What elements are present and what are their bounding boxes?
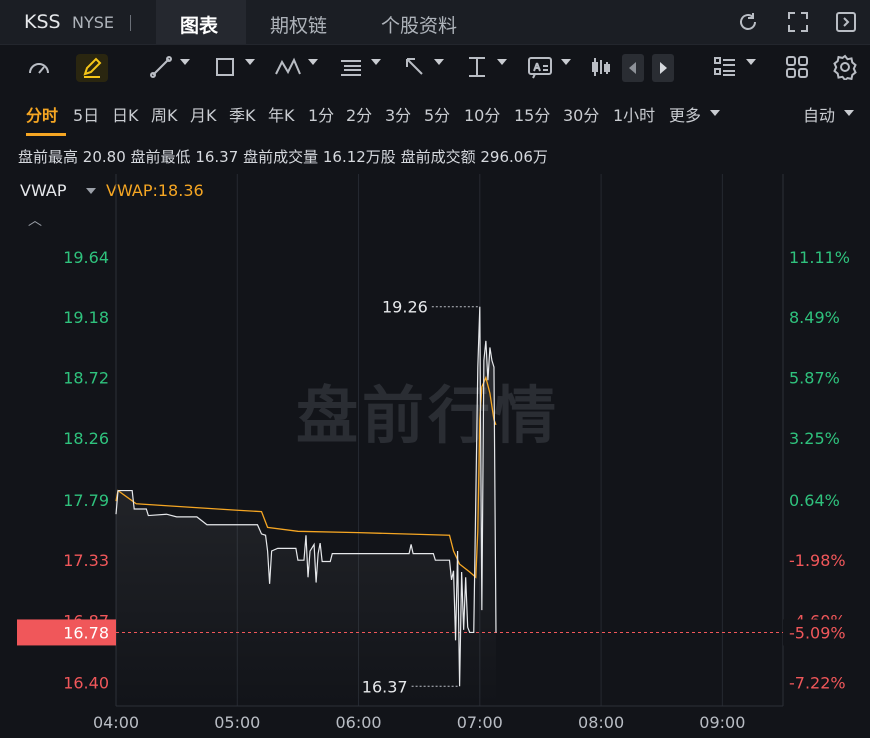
x-tick-label: 07:00 — [457, 713, 503, 732]
y-tick-label: 18.72 — [63, 369, 109, 388]
x-tick-label: 04:00 — [93, 713, 139, 732]
y-tick-label: 19.64 — [63, 248, 109, 267]
y-tick-label-percent: 5.87% — [789, 369, 840, 388]
current-pct-label: -5.09% — [789, 623, 846, 642]
y-tick-label: 16.40 — [63, 673, 109, 692]
price-chart[interactable]: 19.64 11.11% 19.18 8.49% 18.72 5.87% 18.26 3.25… — [0, 0, 870, 738]
high-annotation: 19.26 — [382, 298, 428, 317]
y-tick-label-percent: -1.98% — [789, 551, 846, 570]
current-price-label: 16.78 — [63, 623, 109, 642]
x-tick-label: 05:00 — [214, 713, 260, 732]
x-tick-label: 06:00 — [335, 713, 381, 732]
y-tick-label: 18.26 — [63, 429, 109, 448]
y-tick-label-percent: -7.22% — [789, 673, 846, 692]
y-tick-label-percent: 11.11% — [789, 248, 850, 267]
y-tick-label-percent: 3.25% — [789, 429, 840, 448]
y-tick-label-percent: 8.49% — [789, 308, 840, 327]
x-tick-label: 08:00 — [578, 713, 624, 732]
y-tick-label: 17.79 — [63, 491, 109, 510]
y-tick-label: 19.18 — [63, 308, 109, 327]
y-tick-label-percent: 0.64% — [789, 491, 840, 510]
low-annotation: 16.37 — [362, 677, 408, 696]
y-tick-label: 17.33 — [63, 551, 109, 570]
x-tick-label: 09:00 — [699, 713, 745, 732]
